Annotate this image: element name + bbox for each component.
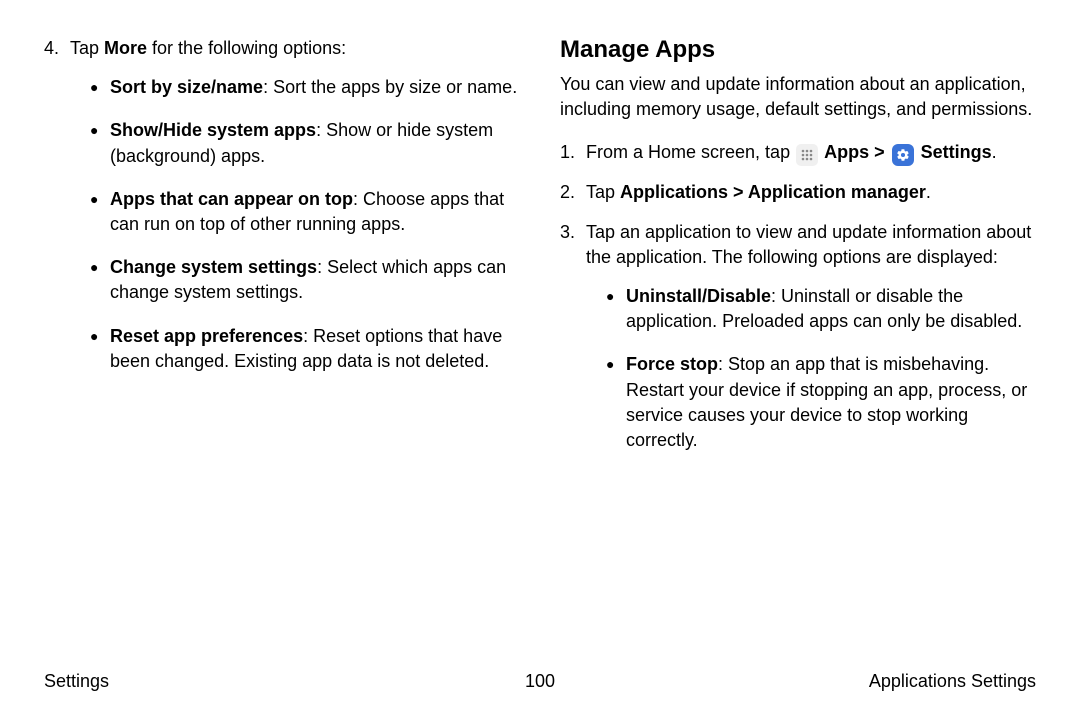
bullet-body: Sort by size/name: Sort the apps by size… bbox=[110, 75, 517, 100]
bullet-bold: Apps that can appear on top bbox=[110, 189, 353, 209]
step-number: 4. bbox=[44, 36, 70, 392]
bullet-bold: Sort by size/name bbox=[110, 77, 263, 97]
step-1: 1. From a Home screen, tap Apps > Settin… bbox=[560, 140, 1036, 166]
step-body: Tap an application to view and update in… bbox=[586, 220, 1036, 472]
step-text-pre: Tap bbox=[70, 38, 104, 58]
step-number: 2. bbox=[560, 180, 586, 205]
section-intro: You can view and update information abou… bbox=[560, 72, 1036, 122]
step-3: 3. Tap an application to view and update… bbox=[560, 220, 1036, 472]
settings-icon bbox=[892, 144, 914, 166]
bullet-bold: Force stop bbox=[626, 354, 718, 374]
bullet-bold: Reset app preferences bbox=[110, 326, 303, 346]
step-4-bullets: ● Sort by size/name: Sort the apps by si… bbox=[70, 75, 520, 374]
right-steps: 1. From a Home screen, tap Apps > Settin… bbox=[560, 140, 1036, 471]
list-item: ● Uninstall/Disable: Uninstall or disabl… bbox=[606, 284, 1036, 334]
left-column: 4. Tap More for the following options: ●… bbox=[44, 36, 520, 485]
bullet-body: Force stop: Stop an app that is misbehav… bbox=[626, 352, 1036, 453]
step-text-bold: Applications > Application manager bbox=[620, 182, 926, 202]
list-item: ● Show/Hide system apps: Show or hide sy… bbox=[90, 118, 520, 168]
list-item: ● Change system settings: Select which a… bbox=[90, 255, 520, 305]
step-end: . bbox=[926, 182, 931, 202]
bullet-icon: ● bbox=[90, 118, 110, 168]
list-item: ● Sort by size/name: Sort the apps by si… bbox=[90, 75, 520, 100]
step-text-pre: From a Home screen, tap bbox=[586, 142, 795, 162]
footer-right: Applications Settings bbox=[869, 671, 1036, 692]
footer-page-number: 100 bbox=[525, 671, 555, 692]
bullet-bold: Uninstall/Disable bbox=[626, 286, 771, 306]
step-4: 4. Tap More for the following options: ●… bbox=[44, 36, 520, 392]
list-item: ● Apps that can appear on top: Choose ap… bbox=[90, 187, 520, 237]
bullet-icon: ● bbox=[606, 284, 626, 334]
bullet-icon: ● bbox=[606, 352, 626, 453]
bullet-icon: ● bbox=[90, 255, 110, 305]
list-item: ● Reset app preferences: Reset options t… bbox=[90, 324, 520, 374]
page-columns: 4. Tap More for the following options: ●… bbox=[44, 36, 1036, 485]
bullet-body: Change system settings: Select which app… bbox=[110, 255, 520, 305]
bullet-icon: ● bbox=[90, 187, 110, 237]
bullet-body: Show/Hide system apps: Show or hide syst… bbox=[110, 118, 520, 168]
apps-icon bbox=[796, 144, 818, 166]
bullet-bold: Show/Hide system apps bbox=[110, 120, 316, 140]
nav-separator: > bbox=[869, 142, 890, 162]
page-footer: Settings 100 Applications Settings bbox=[44, 671, 1036, 692]
list-item: ● Force stop: Stop an app that is misbeh… bbox=[606, 352, 1036, 453]
step-number: 1. bbox=[560, 140, 586, 166]
bullet-icon: ● bbox=[90, 324, 110, 374]
bullet-bold: Change system settings bbox=[110, 257, 317, 277]
step-number: 3. bbox=[560, 220, 586, 472]
apps-label: Apps bbox=[824, 142, 869, 162]
step-body: Tap More for the following options: ● So… bbox=[70, 36, 520, 392]
step-end: . bbox=[992, 142, 997, 162]
step-text-pre: Tap bbox=[586, 182, 620, 202]
step-text-bold: More bbox=[104, 38, 147, 58]
bullet-body: Uninstall/Disable: Uninstall or disable … bbox=[626, 284, 1036, 334]
footer-left: Settings bbox=[44, 671, 109, 692]
step-text-post: for the following options: bbox=[147, 38, 346, 58]
section-heading: Manage Apps bbox=[560, 36, 1036, 64]
step-text: Tap an application to view and update in… bbox=[586, 222, 1031, 267]
step-2: 2. Tap Applications > Application manage… bbox=[560, 180, 1036, 205]
bullet-body: Apps that can appear on top: Choose apps… bbox=[110, 187, 520, 237]
bullet-icon: ● bbox=[90, 75, 110, 100]
step-3-bullets: ● Uninstall/Disable: Uninstall or disabl… bbox=[586, 284, 1036, 453]
step-body: From a Home screen, tap Apps > Settings. bbox=[586, 140, 1036, 166]
right-column: Manage Apps You can view and update info… bbox=[560, 36, 1036, 485]
settings-label: Settings bbox=[921, 142, 992, 162]
bullet-body: Reset app preferences: Reset options tha… bbox=[110, 324, 520, 374]
step-body: Tap Applications > Application manager. bbox=[586, 180, 1036, 205]
bullet-rest: : Sort the apps by size or name. bbox=[263, 77, 517, 97]
